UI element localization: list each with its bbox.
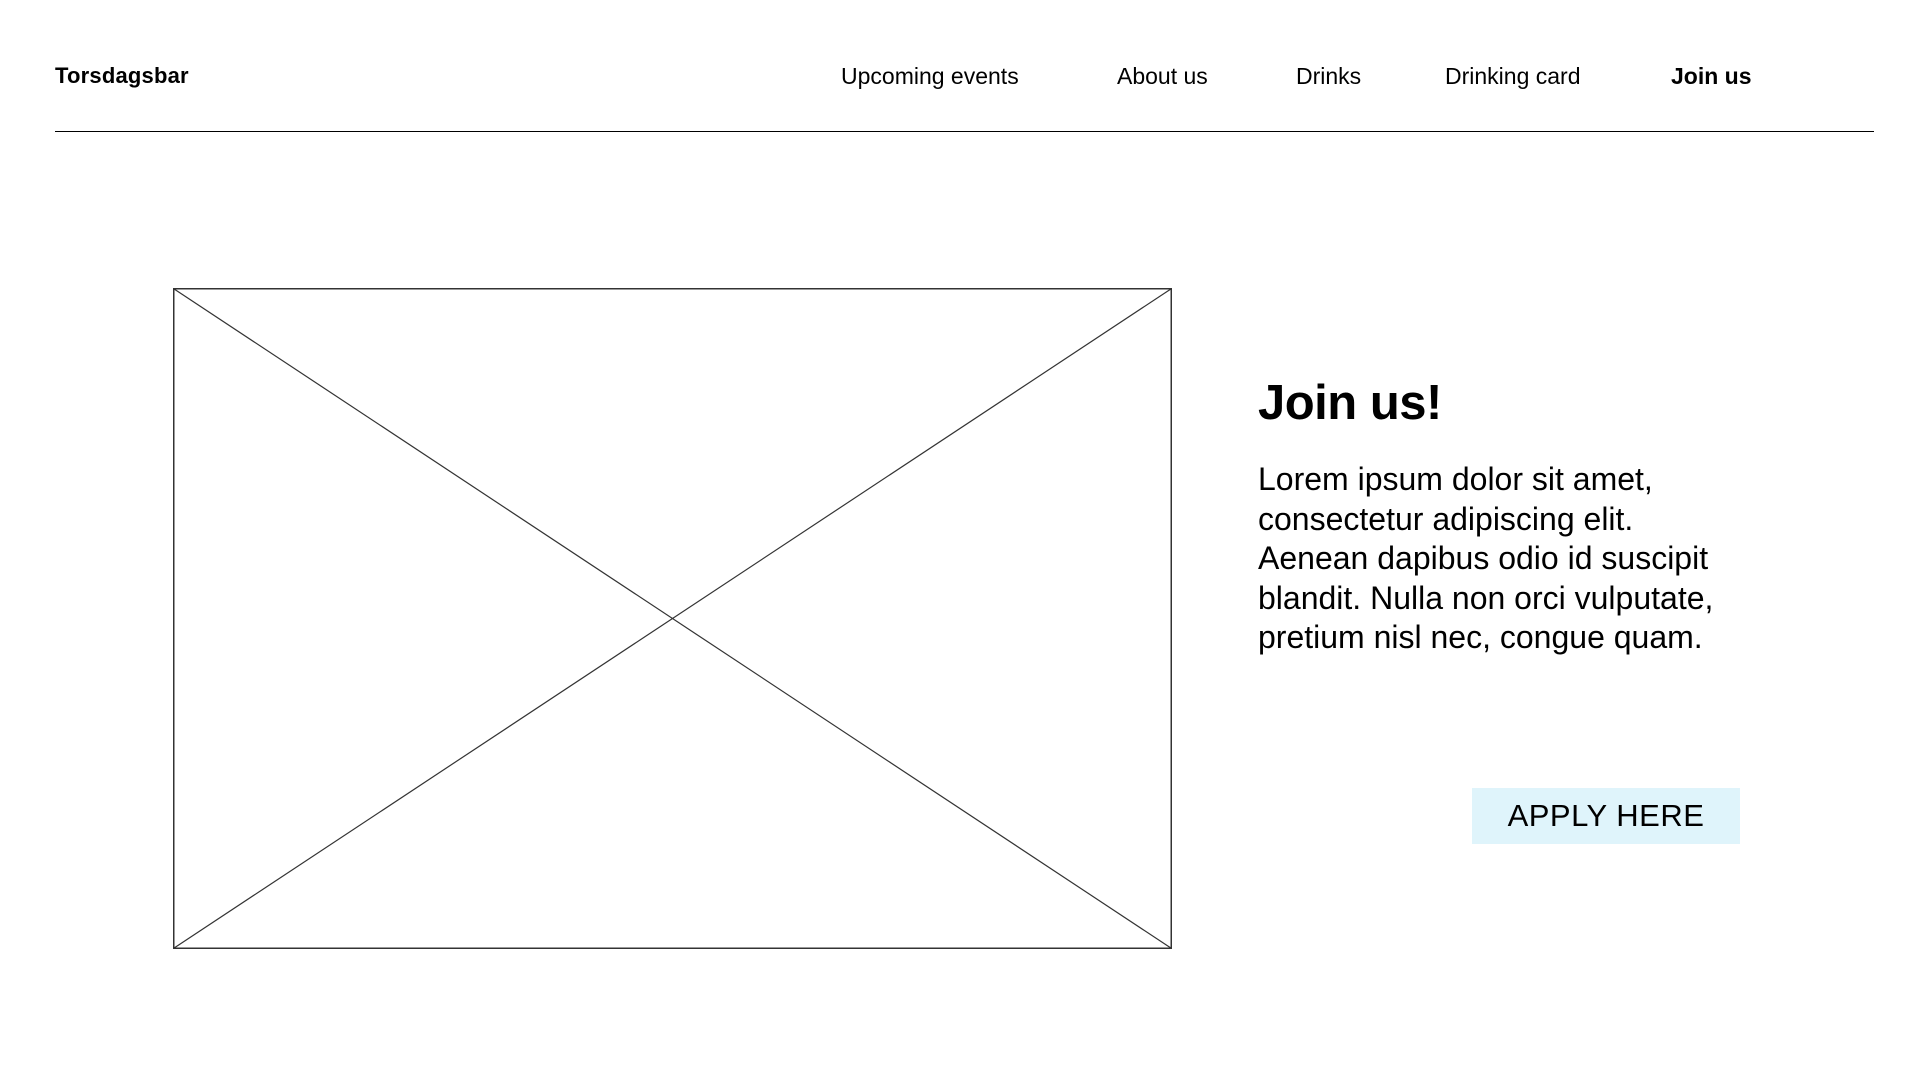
nav-item-drinks[interactable]: Drinks (1296, 63, 1361, 90)
main-nav: Upcoming events About us Drinks Drinking… (55, 63, 1874, 93)
page-title: Join us! (1258, 376, 1442, 430)
nav-item-about-us[interactable]: About us (1117, 63, 1208, 90)
join-section: Join us! Lorem ipsum dolor sit amet, con… (1258, 370, 1758, 658)
nav-item-drinking-card[interactable]: Drinking card (1445, 63, 1581, 90)
hero-image-placeholder (173, 288, 1172, 949)
image-placeholder-icon (173, 288, 1172, 949)
page: Torsdagsbar Upcoming events About us Dri… (0, 0, 1920, 1080)
site-header: Torsdagsbar Upcoming events About us Dri… (55, 0, 1874, 132)
nav-item-upcoming-events[interactable]: Upcoming events (841, 63, 1019, 90)
apply-here-button[interactable]: APPLY HERE (1472, 788, 1740, 844)
intro-paragraph: Lorem ipsum dolor sit amet, consectetur … (1258, 461, 1714, 655)
nav-item-join-us[interactable]: Join us (1671, 63, 1752, 90)
